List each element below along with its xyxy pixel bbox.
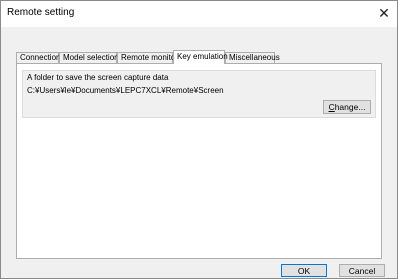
window-title: Remote setting bbox=[7, 7, 75, 18]
remote-setting-dialog: Remote setting ✕ Connection Model select… bbox=[0, 0, 398, 279]
change-folder-button[interactable]: Change... bbox=[323, 100, 371, 114]
ok-button[interactable]: OK bbox=[281, 264, 327, 277]
tab-remote-monitor[interactable]: Remote monitor bbox=[117, 52, 178, 63]
capture-folder-path: C:¥Users¥le¥Documents¥LEPC7XCL¥Remote¥Sc… bbox=[27, 86, 224, 95]
change-label-rest: hange... bbox=[334, 102, 366, 112]
title-bar: Remote setting ✕ bbox=[1, 1, 397, 27]
cancel-button[interactable]: Cancel bbox=[339, 264, 385, 277]
tab-miscellaneous[interactable]: Miscellaneous bbox=[225, 52, 280, 63]
tab-model-selection[interactable]: Model selection bbox=[59, 52, 119, 63]
tab-connection[interactable]: Connection bbox=[16, 52, 60, 63]
key-emulation-panel: A folder to save the screen capture data… bbox=[16, 63, 382, 259]
capture-folder-label: A folder to save the screen capture data bbox=[27, 73, 169, 82]
tab-key-emulation[interactable]: Key emulation bbox=[173, 50, 228, 64]
close-icon[interactable]: ✕ bbox=[375, 4, 393, 22]
capture-folder-group: A folder to save the screen capture data… bbox=[22, 70, 376, 118]
